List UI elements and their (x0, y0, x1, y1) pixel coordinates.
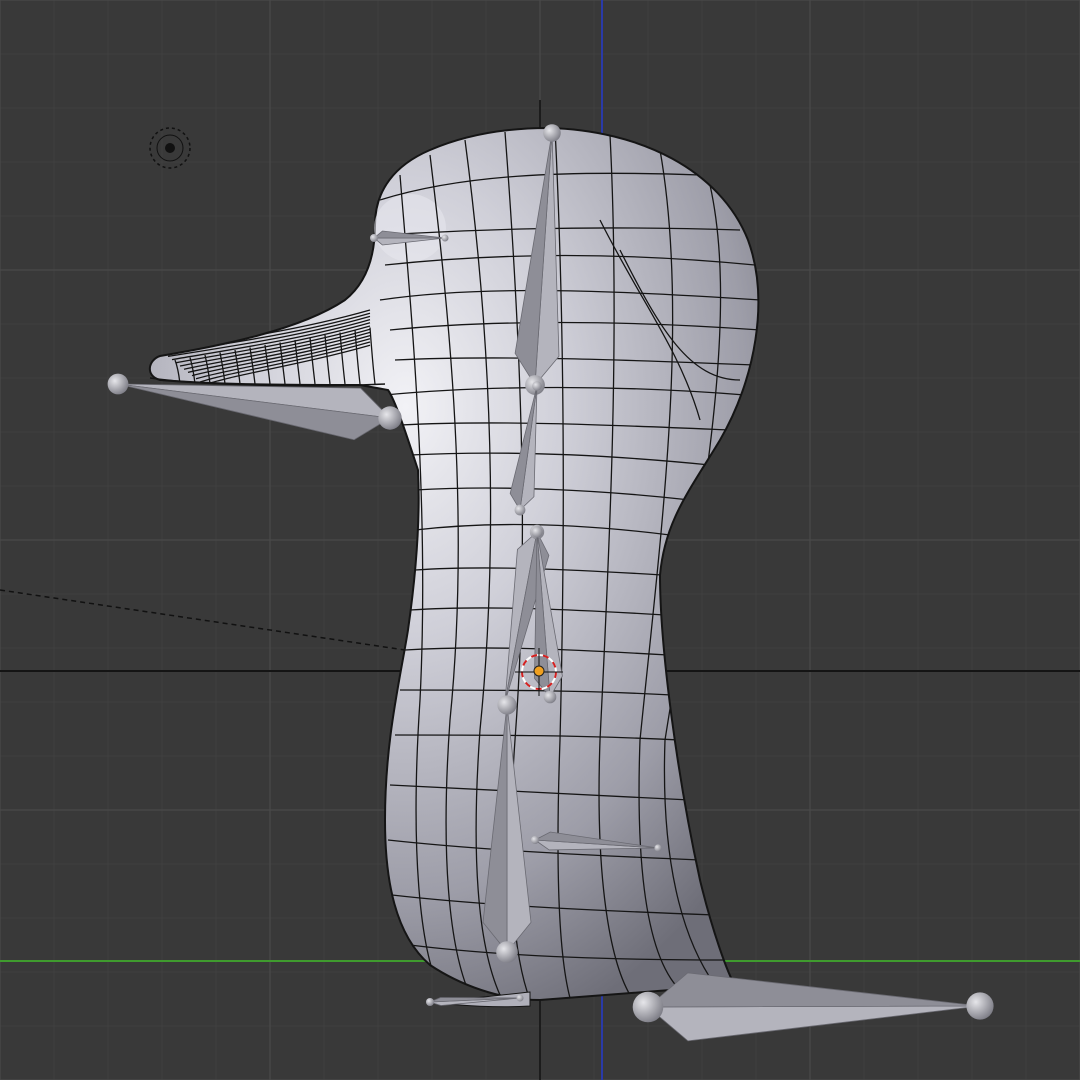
lamp-direction-line (0, 589, 406, 651)
3d-viewport[interactable] (0, 0, 1080, 1080)
origin-dot-icon (533, 665, 545, 677)
character-mesh[interactable] (148, 126, 760, 1008)
viewport-canvas[interactable] (0, 0, 1080, 1080)
bone-foot[interactable] (632, 972, 994, 1042)
